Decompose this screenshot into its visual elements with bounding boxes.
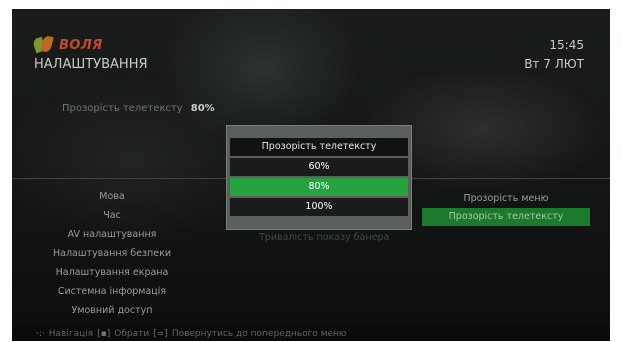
option-60[interactable]: 60% [230,158,408,176]
nav-hint: Навігація [48,329,94,339]
brand-logo: ВОЛЯ [32,35,103,54]
ok-hint: Обрати [114,329,150,339]
clock: 15:45 [549,38,584,52]
tv-screen: ВОЛЯ НАЛАШТУВАННЯ 15:45 Вт 7 ЛЮТ Прозорі… [12,9,610,341]
submenu-item-banner-duration: Тривалість показу банера [259,232,390,243]
screen-settings-submenu: Прозорість меню Прозорість телетексту [422,190,590,226]
date: Вт 7 ЛЮТ [524,57,584,71]
leaf-logo-icon [32,35,56,54]
submenu-item-menu-transparency[interactable]: Прозорість меню [422,190,590,208]
logo-text: ВОЛЯ [59,37,103,53]
dialog-title: Прозорість телетексту [230,138,408,156]
current-setting-value: 80% [190,103,215,114]
back-key-icon: [=] [153,329,168,339]
menu-item-system-info[interactable]: Системна інформація [12,282,212,301]
menu-item-language[interactable]: Мова [12,187,212,206]
menu-item-screen-settings[interactable]: Налаштування екрана [12,263,212,282]
menu-item-security-settings[interactable]: Налаштування безпеки [12,244,212,263]
ok-key-icon: [▪] [97,329,111,339]
status-bar: ·:· Навігація [▪] Обрати [=] Повернутись… [12,327,610,341]
transparency-dialog: Прозорість телетексту 60% 80% 100% [226,125,412,230]
page-title: НАЛАШТУВАННЯ [34,57,148,72]
option-100[interactable]: 100% [230,198,408,216]
menu-item-av-settings[interactable]: AV налаштування [12,225,212,244]
menu-item-time[interactable]: Час [12,206,212,225]
current-setting-label: Прозорість телетексту [62,103,183,114]
arrow-keys-icon: ·:· [36,329,45,339]
option-80[interactable]: 80% [230,178,408,196]
settings-menu: Мова Час AV налаштування Налаштування бе… [12,187,212,320]
submenu-item-teletext-transparency[interactable]: Прозорість телетексту [422,208,590,226]
back-hint: Повернутись до попереднього меню [171,329,347,339]
current-setting: Прозорість телетексту 80% [62,103,215,114]
menu-item-conditional-access[interactable]: Умовний доступ [12,301,212,320]
